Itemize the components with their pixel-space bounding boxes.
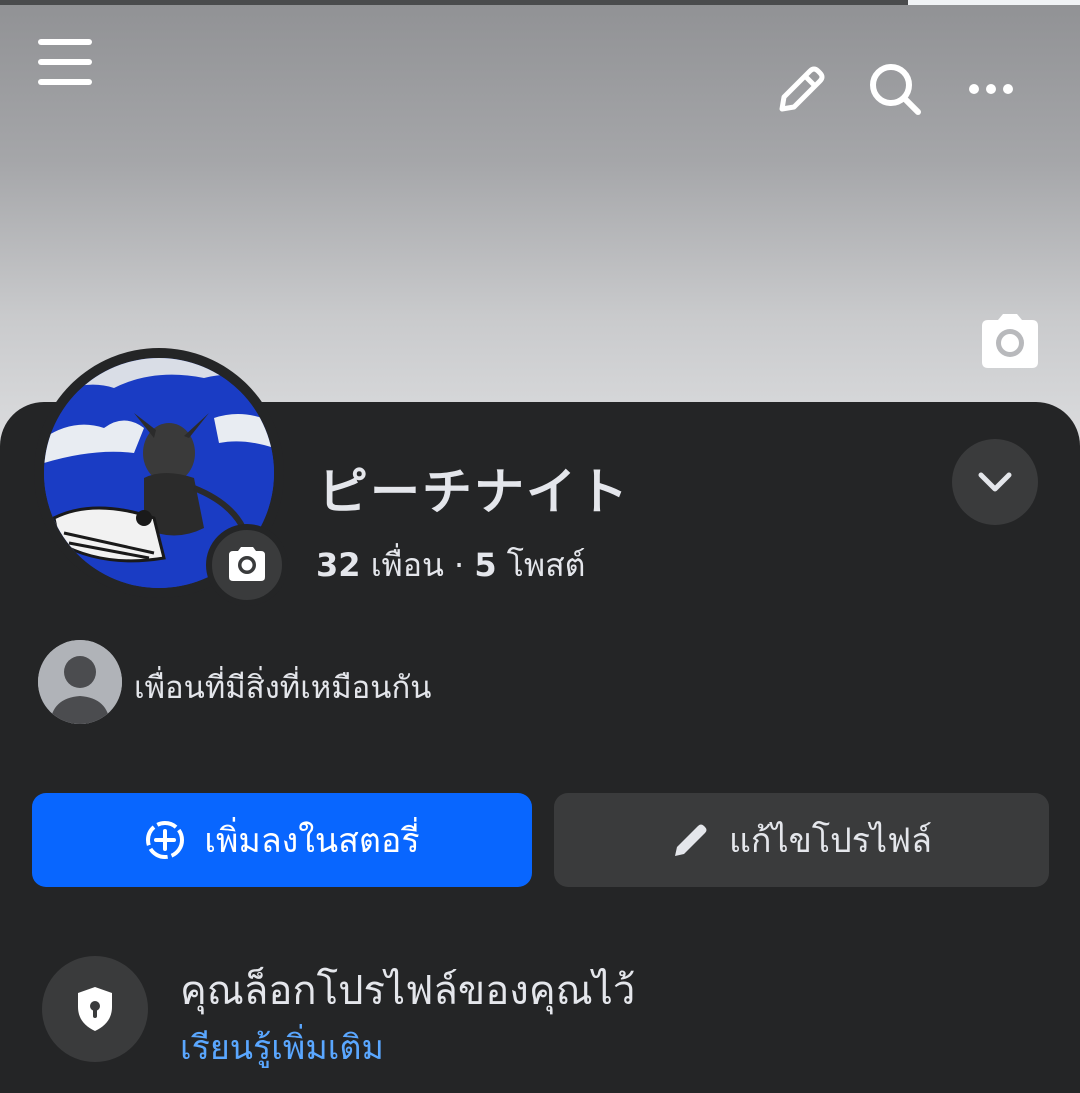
stats-separator: · <box>454 546 465 584</box>
posts-label[interactable]: โพสต์ <box>507 546 586 584</box>
profile-dropdown-button[interactable] <box>952 439 1038 525</box>
profile-name: ピーチナイト <box>318 463 630 521</box>
friends-label[interactable]: เพื่อน <box>371 546 444 584</box>
learn-more-link[interactable]: เรียนรู้เพิ่มเติม <box>180 1020 384 1074</box>
add-to-story-button[interactable]: เพิ่มลงในสตอรี่ <box>32 793 532 887</box>
shield-lock-icon <box>78 987 112 1031</box>
add-to-story-label: เพิ่มลงในสตอรี่ <box>204 821 420 861</box>
camera-icon[interactable] <box>976 310 1044 374</box>
mutual-interests-text[interactable]: เพื่อนที่มีสิ่งที่เหมือนกัน <box>134 662 431 712</box>
default-user-icon <box>38 640 122 724</box>
edit-profile-button[interactable]: แก้ไขโปรไฟล์ <box>554 793 1049 887</box>
pencil-icon[interactable] <box>772 63 828 119</box>
pencil-icon <box>675 824 707 856</box>
avatar-camera-button[interactable] <box>206 524 288 606</box>
hamburger-menu-icon[interactable] <box>36 37 94 91</box>
edit-profile-label: แก้ไขโปรไฟล์ <box>729 821 932 861</box>
friends-count[interactable]: 32 <box>316 546 361 584</box>
profile-stats: 32 เพื่อน · 5 โพสต์ <box>316 540 585 591</box>
more-horizontal-icon[interactable] <box>962 69 1020 109</box>
search-icon[interactable] <box>866 61 924 119</box>
posts-count[interactable]: 5 <box>474 546 496 584</box>
locked-profile-icon-container <box>42 956 148 1062</box>
camera-icon <box>229 547 265 581</box>
chevron-down-icon <box>978 472 1012 492</box>
add-story-icon <box>146 821 185 859</box>
mutual-friend-avatar[interactable] <box>38 640 122 724</box>
locked-profile-title: คุณล็อกโปรไฟล์ของคุณไว้ <box>180 968 636 1014</box>
